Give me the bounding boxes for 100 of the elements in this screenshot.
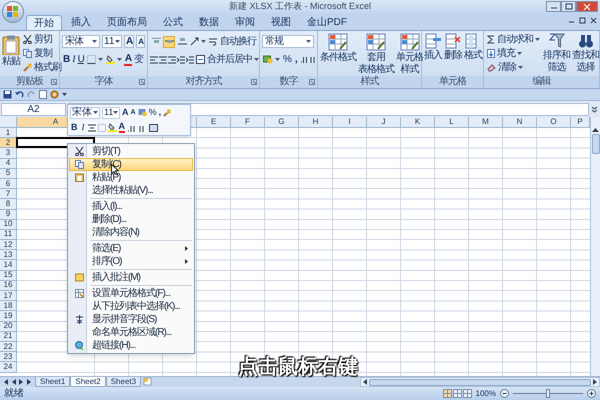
toolbar-button[interactable]: 复制 (22, 47, 62, 60)
row-header[interactable]: 6 (0, 178, 17, 190)
maximize-button[interactable] (561, 1, 576, 12)
row-header[interactable]: 9 (0, 210, 17, 220)
phonetic-button[interactable]: 变 (133, 53, 144, 66)
ribbon-tab[interactable]: 开始 (26, 15, 62, 30)
percent-button[interactable]: % (148, 108, 157, 118)
column-header[interactable]: F (231, 117, 265, 128)
sheet-tab[interactable]: Sheet2 (70, 377, 106, 387)
font-size-field[interactable]: 11 (102, 106, 120, 119)
ribbon-button[interactable]: 查找和 选择 (572, 33, 599, 73)
ribbon-button[interactable]: 单元格 样式 (396, 33, 423, 75)
ribbon-button[interactable]: 粘贴 (2, 33, 20, 67)
menu-item[interactable]: 选择性粘贴(V)... (69, 184, 193, 197)
column-header[interactable]: N (503, 117, 537, 128)
vertical-align-button[interactable] (163, 36, 175, 48)
toolbar-button[interactable]: 合并后居中 (195, 53, 260, 66)
ribbon-tab[interactable]: 金山PDF (300, 15, 354, 30)
ribbon-button[interactable]: 套用 表格格式 (358, 33, 394, 75)
row-header[interactable]: 5 (0, 168, 17, 179)
menu-item[interactable]: 显示拼音字段(S) (69, 313, 193, 326)
row-header[interactable]: 14 (0, 260, 17, 271)
column-header[interactable]: E (197, 117, 231, 128)
row-header[interactable]: 11 (0, 230, 17, 240)
ribbon-tab[interactable]: 审阅 (228, 15, 262, 30)
sheet-tab[interactable]: Sheet1 (35, 377, 70, 387)
row-header[interactable]: 18 (0, 301, 17, 312)
toolbar-button[interactable]: 填充 (486, 47, 541, 60)
row-header[interactable]: 8 (0, 199, 17, 210)
menu-item[interactable]: 插入(I)... (69, 200, 193, 213)
toolbar-button[interactable]: 剪切 (22, 33, 62, 46)
ribbon-tab[interactable]: 公式 (156, 15, 190, 30)
menu-item[interactable]: 剪切(T) (69, 145, 193, 158)
row-header[interactable]: 2 (0, 138, 17, 148)
toolbar-button[interactable]: 格式刷 (22, 61, 62, 74)
toolbar-button[interactable]: 自动换行 (208, 35, 257, 48)
row-header[interactable]: 4 (0, 158, 17, 169)
ribbon-button[interactable]: 插入 (424, 33, 442, 61)
menu-item[interactable]: 命名单元格区域(R)... (69, 326, 193, 339)
underline-button[interactable]: U (76, 53, 85, 66)
font-name-field[interactable]: 宋体 (62, 35, 100, 48)
zoom-slider[interactable] (513, 389, 583, 398)
vertical-align-button[interactable] (176, 36, 188, 48)
row-header[interactable]: 21 (0, 332, 17, 342)
ribbon-button[interactable]: 格式 (464, 33, 482, 61)
column-header[interactable]: L (435, 117, 469, 128)
menu-item[interactable]: 筛选(E) (69, 242, 193, 255)
row-header[interactable]: 22 (0, 342, 17, 352)
vertical-scrollbar[interactable] (590, 117, 600, 376)
toolbar-button[interactable] (189, 35, 207, 48)
grow-font-button[interactable]: A (122, 108, 128, 118)
row-header[interactable]: 1 (0, 128, 17, 138)
row-header[interactable]: 20 (0, 322, 17, 332)
menu-item[interactable]: 排序(O) (69, 255, 193, 268)
ribbon-tab[interactable]: 页面布局 (100, 15, 154, 30)
menu-item[interactable]: 插入批注(M) (69, 271, 193, 284)
horizontal-scrollbar[interactable] (360, 377, 600, 387)
row-header[interactable]: 7 (0, 189, 17, 200)
italic-button[interactable]: I (71, 53, 76, 66)
row-header[interactable]: 23 (0, 352, 17, 362)
column-header[interactable]: I (333, 117, 367, 128)
column-header[interactable]: J (367, 117, 401, 128)
toolbar-button[interactable] (104, 53, 123, 66)
menu-item[interactable]: 删除(D)... (69, 213, 193, 226)
toolbar-button[interactable]: 自动求和 (486, 33, 541, 46)
ribbon-tab[interactable]: 视图 (264, 15, 298, 30)
row-header[interactable]: 13 (0, 250, 17, 260)
ribbon-tab[interactable]: 插入 (64, 15, 98, 30)
column-header[interactable]: M (469, 117, 503, 128)
font-color-button[interactable]: A (124, 53, 132, 66)
shrink-font-button[interactable]: A (136, 35, 146, 48)
font-color-button[interactable]: A (118, 122, 125, 134)
column-header[interactable]: G (265, 117, 299, 128)
row-header[interactable]: 17 (0, 291, 17, 302)
number-format-field[interactable]: 常规 (262, 35, 314, 48)
row-header[interactable]: 3 (0, 148, 17, 159)
font-size-field[interactable]: 11 (102, 35, 122, 48)
slider-thumb[interactable] (546, 389, 550, 398)
row-header[interactable]: 19 (0, 311, 17, 322)
bold-button[interactable]: B (62, 53, 70, 66)
row-header[interactable]: 24 (0, 362, 17, 372)
row-header[interactable]: 15 (0, 270, 17, 281)
row-header[interactable]: 16 (0, 280, 17, 291)
ribbon-button[interactable]: 删除 (444, 33, 462, 61)
toolbar-button[interactable] (262, 53, 281, 66)
sheet-tab[interactable]: Sheet3 (106, 377, 142, 387)
row-header[interactable]: 12 (0, 240, 17, 250)
minimize-button[interactable] (546, 1, 561, 12)
column-header[interactable]: P (571, 117, 590, 128)
ribbon-button[interactable]: 条件格式 (320, 33, 356, 63)
column-header[interactable]: K (401, 117, 435, 128)
ribbon-button[interactable]: 排序和 筛选 (543, 33, 570, 73)
menu-item[interactable]: 清除内容(N) (69, 226, 193, 239)
scroll-thumb[interactable] (592, 134, 600, 154)
name-box[interactable]: A2 (1, 102, 66, 116)
close-button[interactable] (576, 1, 598, 12)
toolbar-button[interactable]: 清除 (486, 61, 541, 74)
grow-font-button[interactable]: A (124, 35, 134, 48)
ribbon-tab[interactable]: 数据 (192, 15, 226, 30)
toolbar-button[interactable] (86, 53, 104, 66)
